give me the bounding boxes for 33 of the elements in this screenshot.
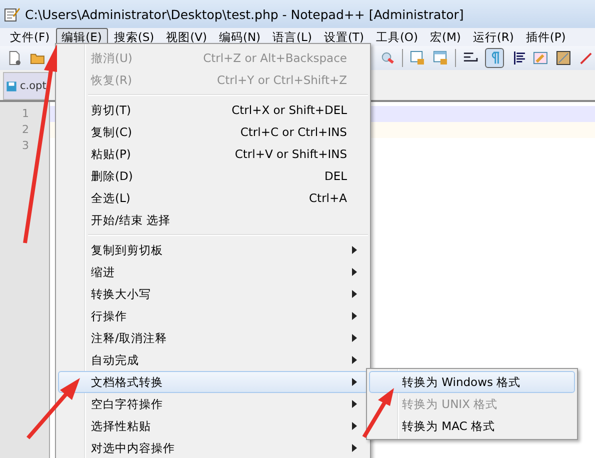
line-number: 3 [22, 138, 29, 154]
menu-item[interactable]: 对选中内容操作 [58, 437, 368, 458]
line-number: 2 [22, 122, 29, 138]
menu-bar-item[interactable]: 视图(V) [160, 28, 213, 46]
menu-bar-item[interactable]: 工具(O) [370, 28, 424, 46]
window-title: C:\Users\Administrator\Desktop\test.php - Notepad++ [Administrator] [25, 6, 464, 22]
menu-item[interactable]: 剪切(T) Ctrl+X or Shift+DEL [58, 99, 368, 121]
menu-item[interactable]: 选择性粘贴 [58, 415, 368, 437]
menu-item[interactable]: 转换为 Windows 格式 [369, 371, 575, 393]
file-tab[interactable]: c.opt [3, 72, 50, 100]
menu-item[interactable]: 复制到剪切板 [58, 239, 368, 261]
menu-bar-item[interactable]: 搜索(S) [108, 28, 160, 46]
line-number: 1 [22, 106, 29, 122]
menu-bar-item[interactable]: 编码(N) [212, 28, 267, 46]
menu-item[interactable]: 文档格式转换 [58, 371, 368, 393]
menu-item[interactable]: 全选(L) Ctrl+A [58, 187, 368, 209]
menu-item[interactable]: 空白字符操作 [58, 393, 368, 415]
menu-bar-item[interactable]: 宏(M) [424, 28, 467, 46]
menu-item[interactable]: 开始/结束 选择 [58, 209, 368, 231]
menu-bar-item[interactable]: 设置(T) [318, 28, 370, 46]
menu-bar-item[interactable]: 文件(F) [4, 28, 56, 46]
menu-item[interactable]: 复制(C) Ctrl+C or Ctrl+INS [58, 121, 368, 143]
menu-item[interactable]: 注释/取消注释 [58, 327, 368, 349]
menu-item[interactable]: 删除(D) DEL [58, 165, 368, 187]
menu-bar-item[interactable]: 语言(L) [266, 28, 318, 46]
menu-bar-item[interactable]: 插件(P) [520, 28, 572, 46]
menu-item[interactable]: 自动完成 [58, 349, 368, 371]
menu-item[interactable]: 行操作 [58, 305, 368, 327]
menu-item[interactable]: 粘贴(P) Ctrl+V or Shift+INS [58, 143, 368, 165]
menu-item[interactable]: 转换大小写 [58, 283, 368, 305]
menu-item[interactable]: 缩进 [58, 261, 368, 283]
menu-item[interactable]: 转换为 MAC 格式 [369, 415, 575, 437]
menu-bar-item[interactable]: 运行(R) [466, 28, 520, 46]
